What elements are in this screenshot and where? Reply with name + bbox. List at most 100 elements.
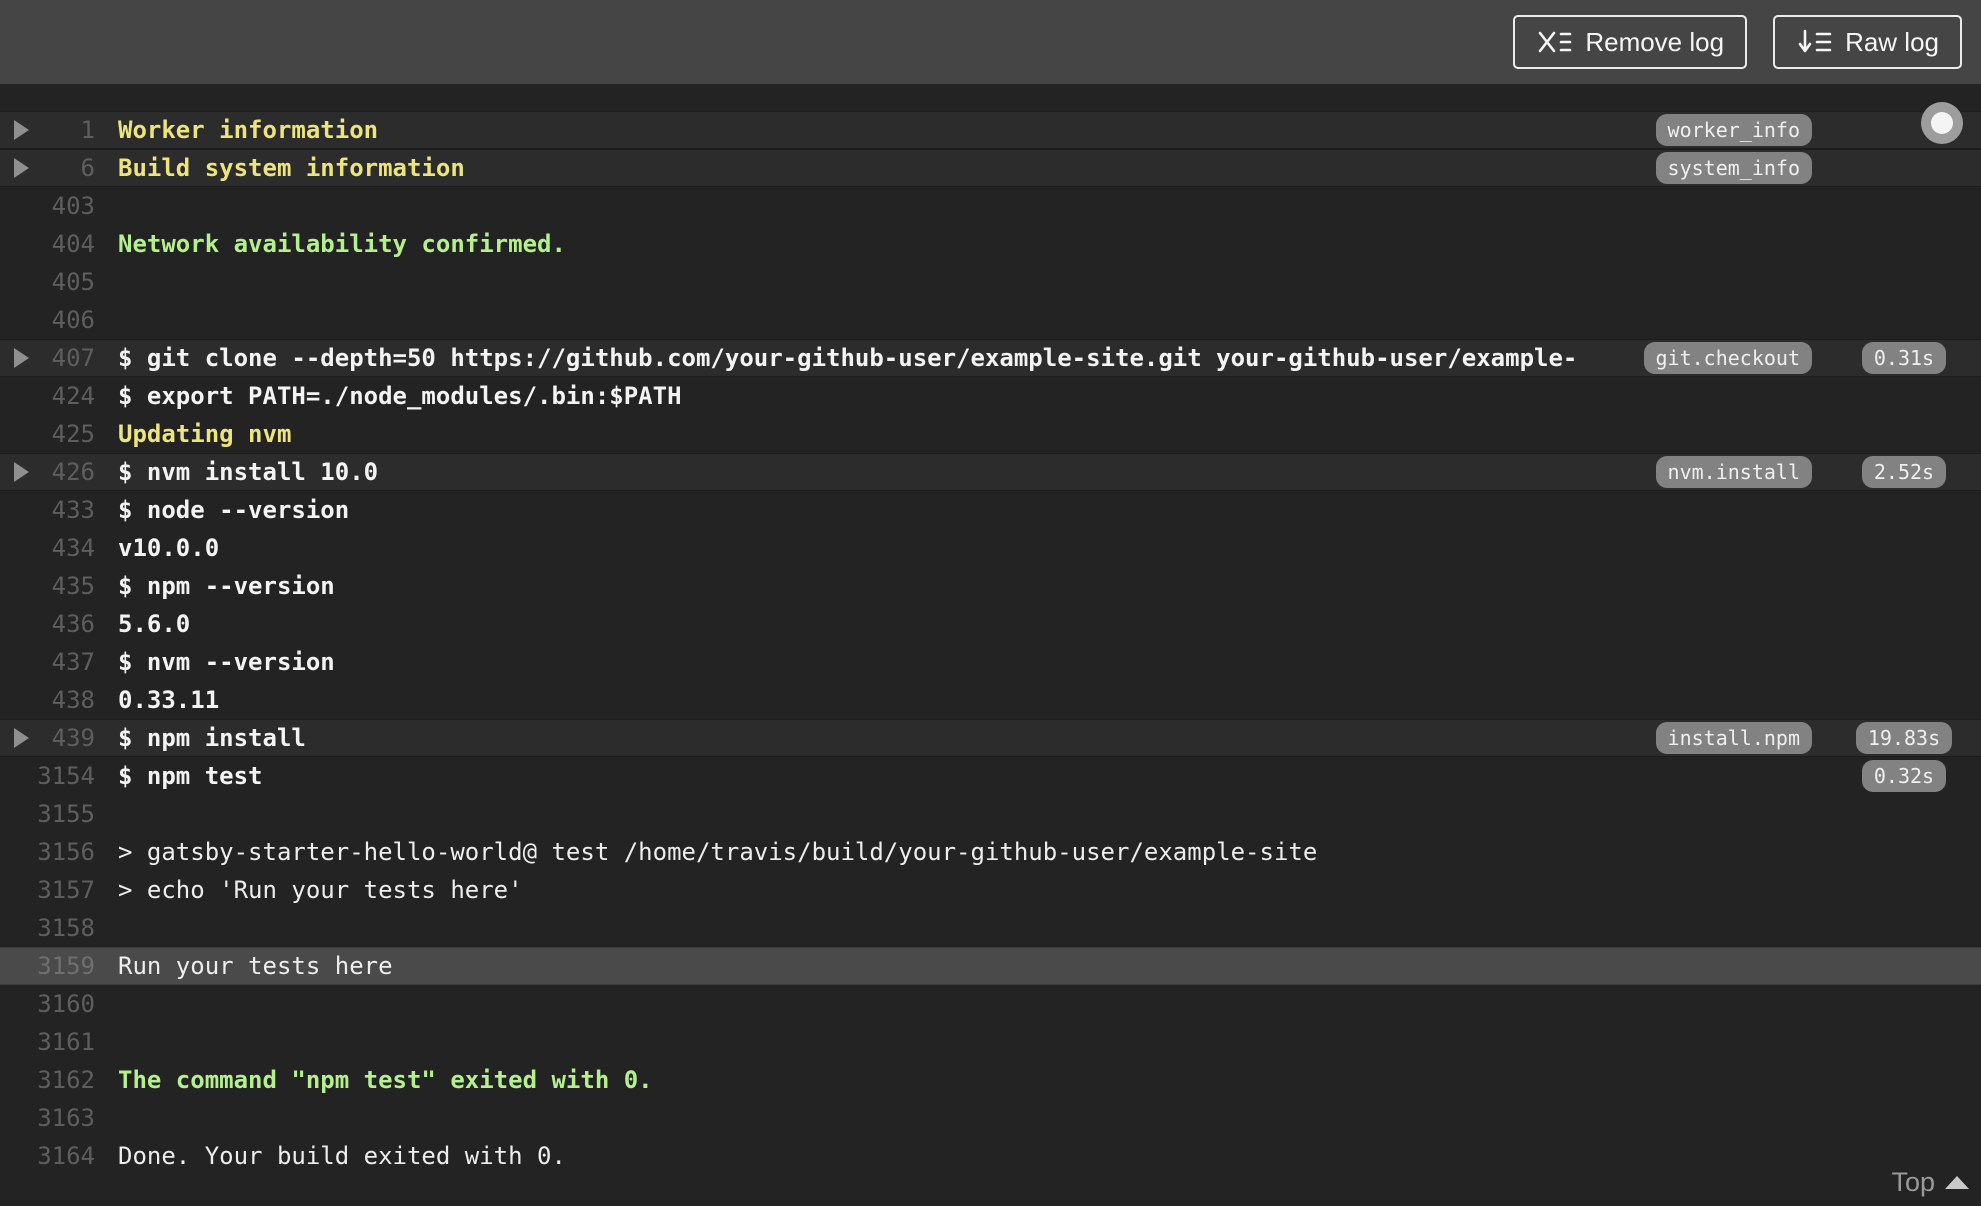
line-number[interactable]: 433 (52, 496, 95, 524)
log-line: 3159 Run your tests here (0, 947, 1981, 985)
duration-badge: 2.52s (1861, 456, 1947, 488)
line-gutter: 436 (0, 610, 95, 638)
line-number[interactable]: 404 (52, 230, 95, 258)
log-text: Build system information (118, 154, 465, 182)
log-text: $ git clone --depth=50 https://github.co… (118, 344, 1578, 372)
log-line: 6 Build system information system_info (0, 149, 1981, 187)
line-gutter: 3156 (0, 838, 95, 866)
line-gutter: 439 (0, 724, 95, 752)
line-number[interactable]: 3163 (37, 1104, 95, 1132)
line-number[interactable]: 3161 (37, 1028, 95, 1056)
line-gutter: 435 (0, 572, 95, 600)
log-text: $ npm install (118, 724, 306, 752)
line-number[interactable]: 1 (81, 116, 95, 144)
log-line: 425 Updating nvm (0, 415, 1981, 453)
line-number[interactable]: 3155 (37, 800, 95, 828)
line-number[interactable]: 435 (52, 572, 95, 600)
line-number[interactable]: 426 (52, 458, 95, 486)
time-column: 19.83s (1855, 722, 1953, 754)
log-line: 3158 (0, 909, 1981, 947)
line-gutter: 433 (0, 496, 95, 524)
line-gutter: 437 (0, 648, 95, 676)
log-line: 3154 $ npm test 0.32s (0, 757, 1981, 795)
line-gutter: 6 (0, 154, 95, 182)
follow-log-toggle[interactable] (1921, 102, 1963, 144)
log-text: $ export PATH=./node_modules/.bin:$PATH (118, 382, 682, 410)
line-number[interactable]: 405 (52, 268, 95, 296)
log-text: > echo 'Run your tests here' (118, 876, 523, 904)
log-line: 3161 (0, 1023, 1981, 1061)
scroll-to-top-link[interactable]: Top (1891, 1167, 1969, 1198)
time-column: 0.31s (1858, 342, 1950, 374)
log-line: 436 5.6.0 (0, 605, 1981, 643)
line-gutter: 3164 (0, 1142, 95, 1170)
stage-tag-badge: worker_info (1655, 114, 1812, 146)
line-gutter: 438 (0, 686, 95, 714)
remove-log-icon (1536, 27, 1572, 57)
line-number[interactable]: 406 (52, 306, 95, 334)
fold-arrow-icon[interactable] (14, 728, 29, 748)
log-line: 405 (0, 263, 1981, 301)
line-number[interactable]: 407 (52, 344, 95, 372)
line-number[interactable]: 439 (52, 724, 95, 752)
raw-log-icon (1796, 27, 1832, 57)
line-gutter: 425 (0, 420, 95, 448)
log-text: 0.33.11 (118, 686, 220, 714)
raw-log-button[interactable]: Raw log (1773, 15, 1962, 69)
log-line: 3163 (0, 1099, 1981, 1137)
remove-log-button[interactable]: Remove log (1513, 15, 1748, 69)
log-text: Run your tests here (118, 952, 393, 980)
line-gutter: 3158 (0, 914, 95, 942)
log-line: 1 Worker information worker_info (0, 111, 1981, 149)
line-gutter: 3163 (0, 1104, 95, 1132)
log-line: 3164 Done. Your build exited with 0. (0, 1137, 1981, 1175)
line-number[interactable]: 3159 (37, 952, 95, 980)
stage-tag-badge: nvm.install (1655, 456, 1812, 488)
line-number[interactable]: 3162 (37, 1066, 95, 1094)
duration-badge: 0.32s (1861, 760, 1947, 792)
log-line: 3156 > gatsby-starter-hello-world@ test … (0, 833, 1981, 871)
log-text: $ nvm --version (118, 648, 335, 676)
line-number[interactable]: 436 (52, 610, 95, 638)
line-gutter: 1 (0, 116, 95, 144)
line-gutter: 3161 (0, 1028, 95, 1056)
log-line: 437 $ nvm --version (0, 643, 1981, 681)
line-number[interactable]: 3156 (37, 838, 95, 866)
line-number[interactable]: 425 (52, 420, 95, 448)
log-text: $ node --version (118, 496, 350, 524)
line-number[interactable]: 424 (52, 382, 95, 410)
line-number[interactable]: 434 (52, 534, 95, 562)
log-lines: 1 Worker information worker_info 6 Build… (0, 111, 1981, 1175)
line-gutter: 403 (0, 192, 95, 220)
line-number[interactable]: 3154 (37, 762, 95, 790)
top-label: Top (1891, 1167, 1935, 1197)
line-badges: git.checkout 0.31s (1643, 342, 1981, 374)
fold-arrow-icon[interactable] (14, 158, 29, 178)
log-line: 3162 The command "npm test" exited with … (0, 1061, 1981, 1099)
line-number[interactable]: 437 (52, 648, 95, 676)
line-number[interactable]: 3164 (37, 1142, 95, 1170)
log-line: 424 $ export PATH=./node_modules/.bin:$P… (0, 377, 1981, 415)
fold-arrow-icon[interactable] (14, 462, 29, 482)
triangle-up-icon (1945, 1176, 1969, 1189)
log-container: 1 Worker information worker_info 6 Build… (0, 84, 1981, 1175)
line-number[interactable]: 3158 (37, 914, 95, 942)
line-badges: system_info (1655, 152, 1981, 184)
log-line: 3155 (0, 795, 1981, 833)
log-line: 438 0.33.11 (0, 681, 1981, 719)
fold-arrow-icon[interactable] (14, 348, 29, 368)
line-gutter: 3154 (0, 762, 95, 790)
log-text: $ nvm install 10.0 (118, 458, 379, 486)
line-number[interactable]: 3160 (37, 990, 95, 1018)
fold-arrow-icon[interactable] (14, 120, 29, 140)
log-toolbar: Remove log Raw log (0, 0, 1981, 84)
stage-tag-badge: system_info (1655, 152, 1812, 184)
line-number[interactable]: 3157 (37, 876, 95, 904)
line-number[interactable]: 438 (52, 686, 95, 714)
line-number[interactable]: 403 (52, 192, 95, 220)
line-number[interactable]: 6 (81, 154, 95, 182)
log-text: v10.0.0 (118, 534, 220, 562)
stage-tag-badge: install.npm (1655, 722, 1812, 754)
log-line: 433 $ node --version (0, 491, 1981, 529)
line-gutter: 434 (0, 534, 95, 562)
